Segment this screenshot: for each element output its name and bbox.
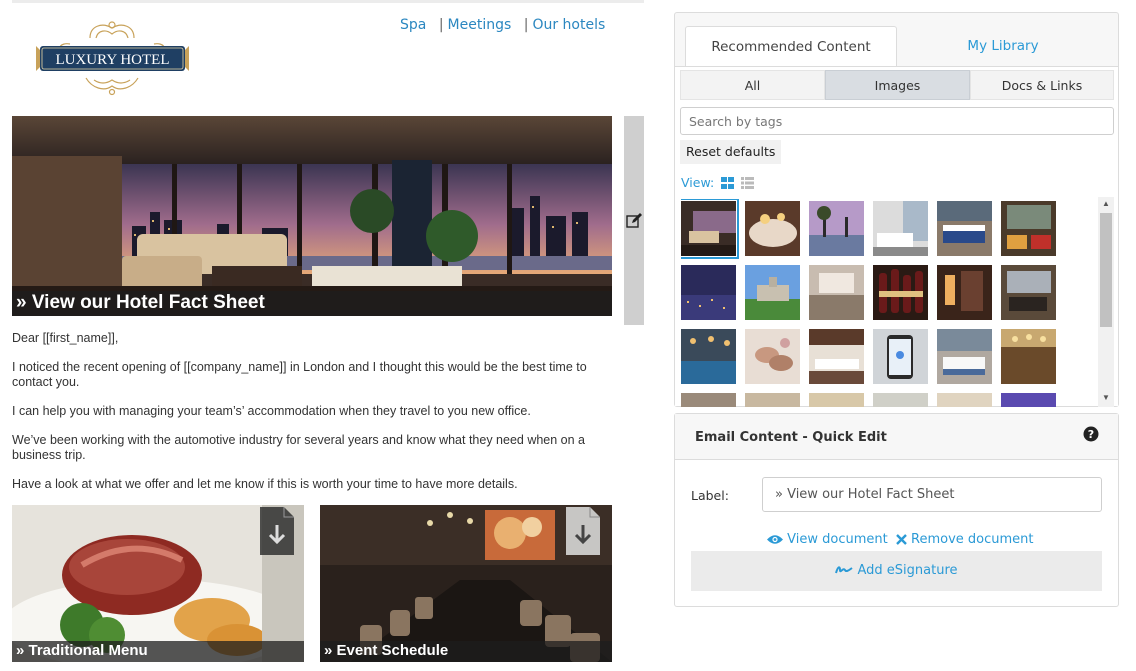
list-view-icon[interactable] [741,177,755,189]
label-caption: Label: [691,488,729,503]
filter-docs-links[interactable]: Docs & Links [970,70,1114,100]
hotel-logo: LUXURY HOTEL [30,16,195,100]
thumbnail-blue-bedroom[interactable] [937,201,992,256]
remove-document-link[interactable]: Remove document [896,532,1034,547]
nav-our-hotels-link[interactable]: Our hotels [532,17,605,33]
event-schedule-tile[interactable]: » Event Schedule [320,505,612,662]
thumbnail-wine-bottles[interactable] [873,265,928,320]
view-document-label: View document [787,532,888,547]
thumbnail-partial[interactable] [1001,393,1056,407]
thumbnail-phone-map[interactable] [873,329,928,384]
logo-text: LUXURY HOTEL [55,52,169,68]
greeting-paragraph: Dear [[first_name]], [12,331,119,345]
filter-all[interactable]: All [680,70,825,100]
tab-recommended-content[interactable]: Recommended Content [685,26,897,66]
add-esignature-button[interactable]: Add eSignature [691,551,1102,591]
edit-icon[interactable] [625,212,643,230]
filter-images[interactable]: Images [825,70,970,100]
hero-caption[interactable]: » View our Hotel Fact Sheet [12,291,612,316]
content-panel-body: All Images Docs & Links Reset defaults V… [675,66,1118,407]
thumbnail-spa-hands[interactable] [745,329,800,384]
body-paragraph: Have a look at what we offer and let me … [12,477,518,491]
content-type-filters: All Images Docs & Links [680,70,1114,100]
quick-edit-header: Email Content - Quick Edit ? [675,414,1118,460]
traditional-menu-tile[interactable]: » Traditional Menu [12,505,304,662]
document-actions: View document Remove document [767,532,1033,547]
nav-spa-link[interactable]: Spa [400,17,426,33]
thumbnail-bay-window[interactable] [1001,265,1056,320]
remove-document-label: Remove document [911,532,1034,547]
download-document-icon[interactable] [258,505,296,557]
thumbnail-bar-interior[interactable] [937,265,992,320]
thumbnail-pool-terrace[interactable] [809,201,864,256]
thumbnail-suite-bedroom[interactable] [937,329,992,384]
thumbnail-dinner-table[interactable] [745,201,800,256]
scroll-down-arrow-icon[interactable]: ▼ [1098,393,1114,405]
thumbnail-partial[interactable] [681,393,736,407]
image-thumbnail-grid [681,199,1095,407]
tile-caption[interactable]: » Traditional Menu [12,641,304,662]
hero-banner[interactable]: » View our Hotel Fact Sheet [12,116,612,316]
body-paragraph: We’ve been working with the automotive i… [12,433,586,462]
content-library-panel: Recommended Content My Library All Image… [674,12,1119,407]
thumbnail-partial[interactable] [745,393,800,407]
hotel-suite-image [12,116,612,316]
thumbnail-partial[interactable] [937,393,992,407]
help-icon[interactable]: ? [1083,426,1099,442]
thumbnail-grand-hall[interactable] [1001,329,1056,384]
nav-separator: | [523,17,529,33]
content-tabs: Recommended Content My Library [685,26,1109,66]
thumbnail-partial[interactable] [809,393,864,407]
email-body: Dear [[first_name]], I noticed the recen… [12,331,617,506]
tab-my-library[interactable]: My Library [897,26,1109,66]
thumbnail-city-night[interactable] [681,265,736,320]
thumbnail-partial[interactable] [873,393,928,407]
thumbnail-castle-lawn[interactable] [745,265,800,320]
reset-defaults-button[interactable]: Reset defaults [680,140,782,164]
tag-search-input[interactable] [680,107,1114,135]
scrollbar-thumb[interactable] [1100,213,1112,327]
thumbnail-scrollbar[interactable]: ▲ ▼ [1098,197,1114,407]
download-document-icon[interactable] [564,505,602,557]
nav-separator: | [438,17,444,33]
thumbnail-bright-bedroom[interactable] [873,201,928,256]
svg-text:?: ? [1088,428,1094,441]
quick-edit-title: Email Content - Quick Edit [695,430,887,445]
nav-meetings-link[interactable]: Meetings [448,17,512,33]
eye-icon [767,535,783,544]
thumbnail-meeting-table[interactable] [809,329,864,384]
thumbnail-lobby-pool[interactable] [681,329,736,384]
thumbnail-hotel-suite[interactable] [681,199,739,259]
thumbnail-lounge-view[interactable] [1001,201,1056,256]
view-mode-row: View: [681,175,755,191]
view-document-link[interactable]: View document [767,532,892,547]
label-input[interactable] [762,477,1102,512]
email-top-border [12,0,644,3]
grid-view-icon[interactable] [721,177,735,189]
view-label: View: [681,175,715,190]
top-navigation: Spa | Meetings | Our hotels [400,17,605,33]
remove-x-icon [896,534,907,545]
body-paragraph: I can help you with managing your team’s… [12,404,531,418]
signature-icon [835,566,854,574]
thumbnail-restaurant-hall[interactable] [809,265,864,320]
tile-caption[interactable]: » Event Schedule [320,641,612,662]
quick-edit-panel: Email Content - Quick Edit ? Label: View… [674,413,1119,607]
scroll-up-arrow-icon[interactable]: ▲ [1098,199,1114,211]
add-esignature-label: Add eSignature [857,563,958,578]
email-preview: LUXURY HOTEL Spa |Meetings |Our hotels [0,0,660,671]
body-paragraph: I noticed the recent opening of [[compan… [12,360,587,389]
